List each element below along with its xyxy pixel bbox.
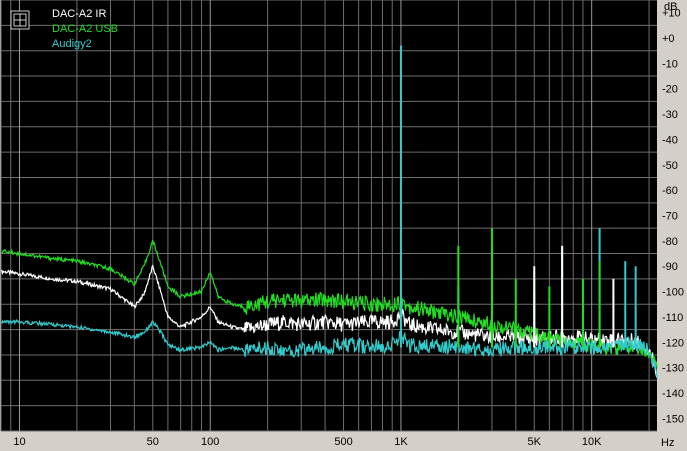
y-tick-label: -130 — [662, 363, 684, 375]
y-tick-label: -20 — [662, 84, 678, 96]
y-tick-label: -30 — [662, 109, 678, 121]
plot-area — [1, 0, 657, 431]
x-tick-label: 500 — [334, 436, 352, 448]
y-tick-label: -110 — [662, 312, 683, 324]
y-tick-label: -60 — [662, 185, 678, 197]
spectrum-chart: +10+0-10-20-30-40-50-60-70-80-90-100-110… — [0, 0, 687, 451]
legend-entry-audigy2: Audigy2 — [52, 38, 92, 50]
y-tick-label: -40 — [662, 134, 678, 146]
x-tick-label: 10K — [582, 436, 602, 448]
x-tick-label: 5K — [528, 436, 542, 448]
y-tick-label: -80 — [662, 236, 678, 248]
y-tick-label: -120 — [662, 337, 684, 349]
y-tick-label: +0 — [662, 33, 675, 45]
y-tick-label: -10 — [662, 58, 678, 70]
y-tick-label: -50 — [662, 160, 678, 172]
x-tick-label: 100 — [201, 436, 219, 448]
y-tick-label: -150 — [662, 413, 684, 425]
y-tick-label: -100 — [662, 287, 684, 299]
x-tick-label: 10 — [13, 436, 25, 448]
y-tick-label: -70 — [662, 211, 678, 223]
legend-entry-dac-a2-ir: DAC-A2 IR — [52, 8, 106, 20]
x-axis-unit: Hz — [661, 437, 674, 449]
x-tick-label: 1K — [394, 436, 408, 448]
x-tick-label: 50 — [147, 436, 159, 448]
y-tick-label: -90 — [662, 261, 678, 273]
y-tick-label: -140 — [662, 388, 684, 400]
legend-entry-dac-a2-usb: DAC-A2 USB — [52, 23, 118, 35]
y-axis-unit: dB — [664, 1, 677, 13]
